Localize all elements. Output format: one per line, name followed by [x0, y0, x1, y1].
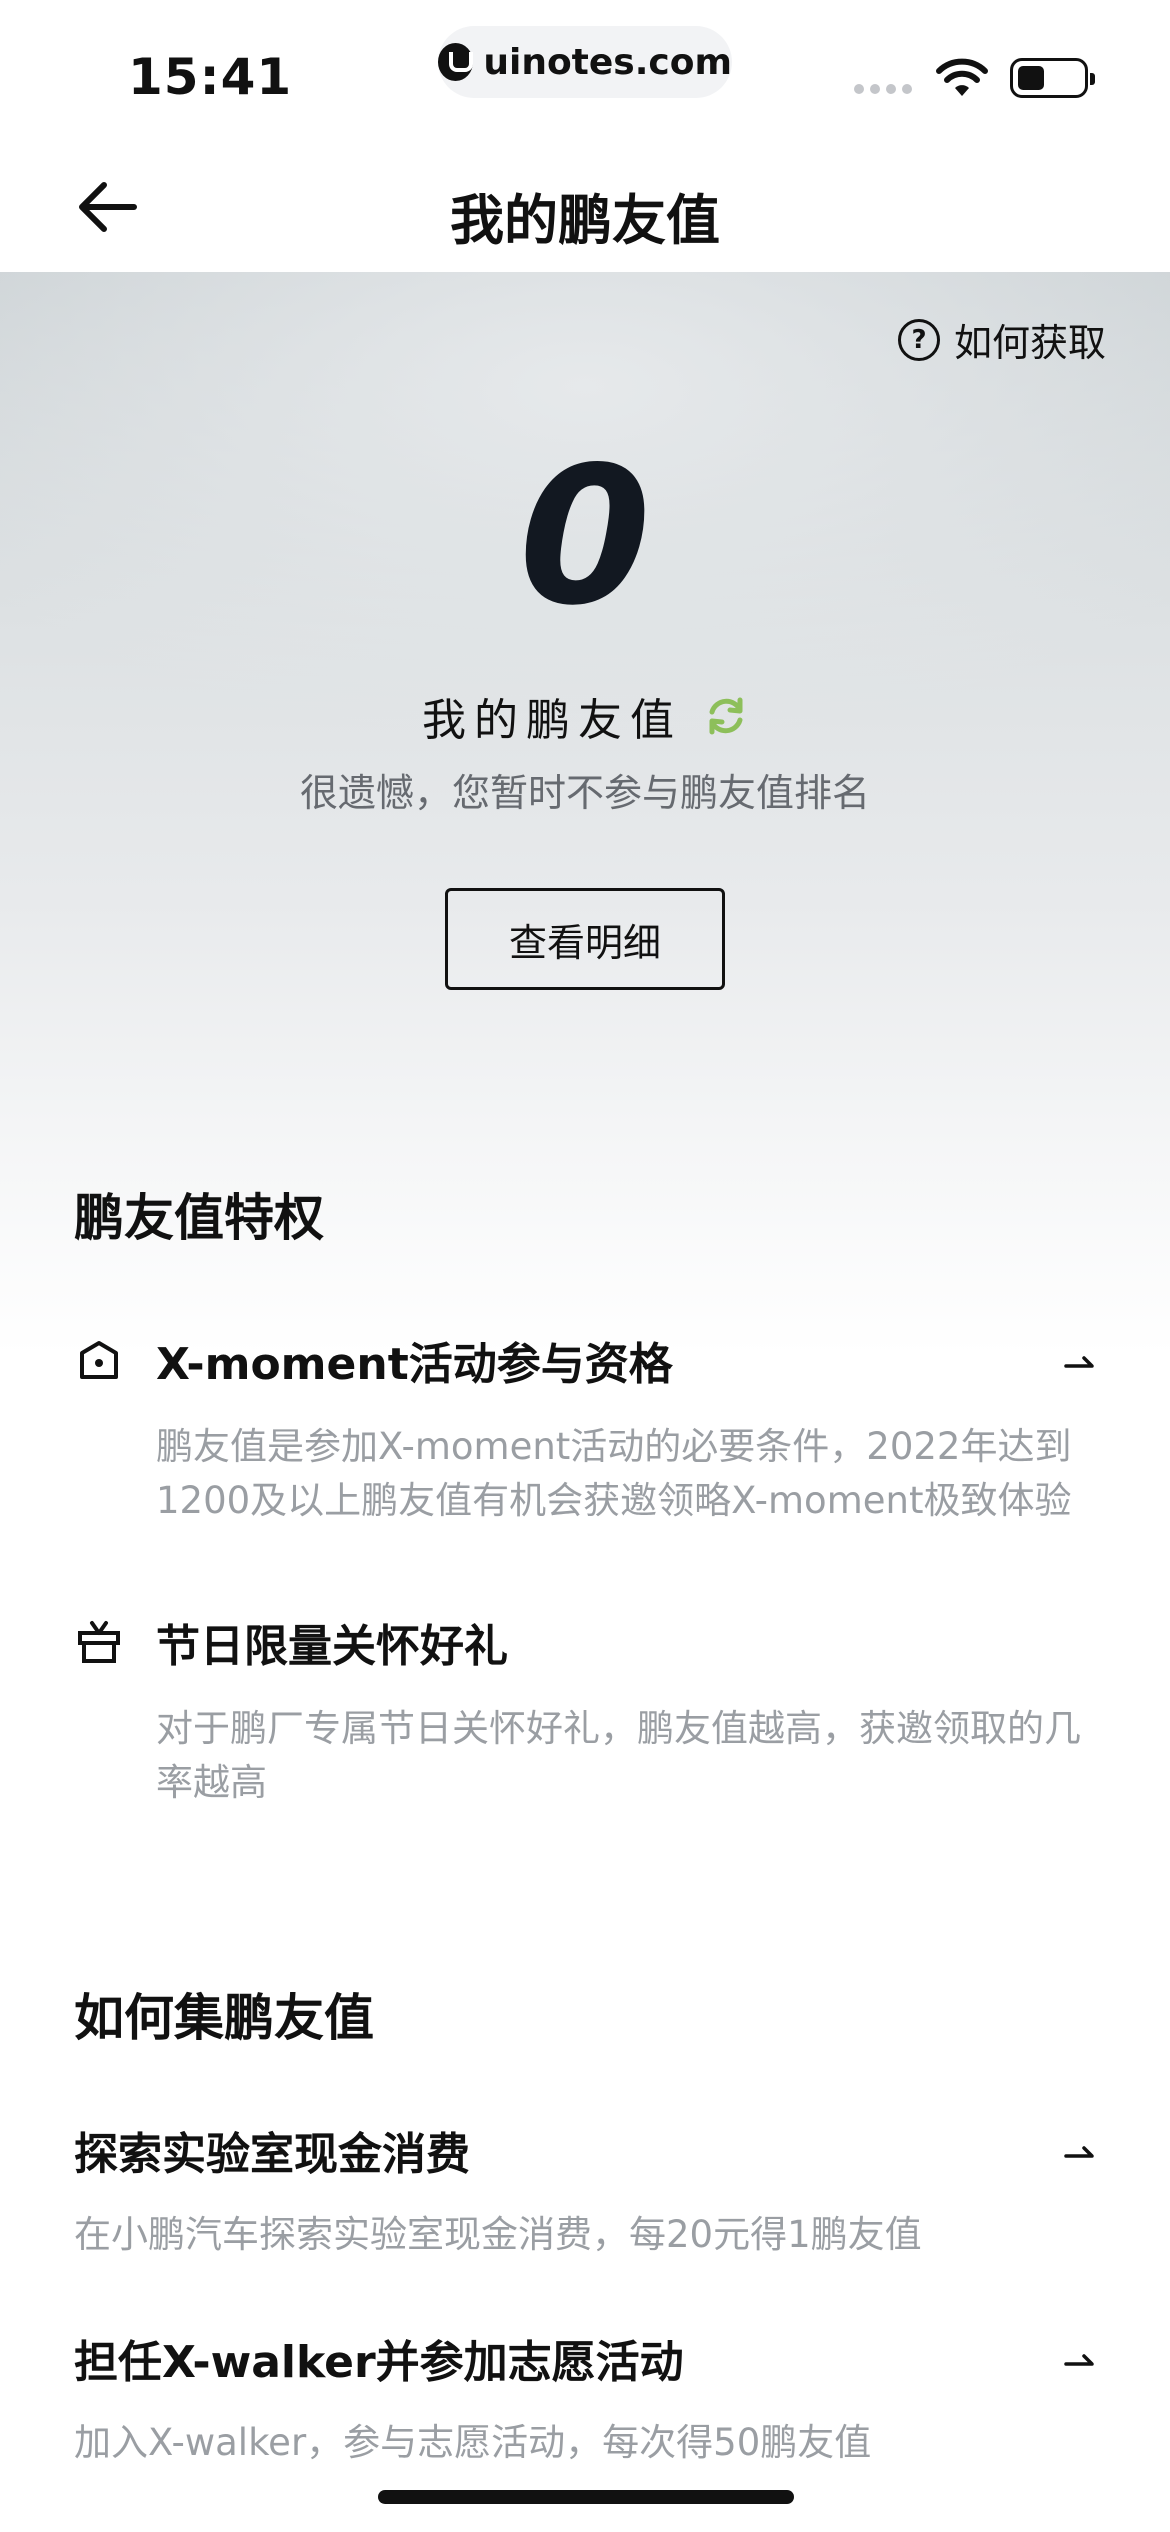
- crown-icon: [80, 1341, 118, 1379]
- privilege-desc: 对于鹏厂专属节日关怀好礼，鹏友值越高，获邀领取的几率越高: [156, 1707, 1081, 1804]
- site-logo-icon: [438, 43, 474, 81]
- way-item-xwalker[interactable]: 担任X-walker并参加志愿活动 加入X-walker，参与志愿活动，每次得5…: [74, 2326, 1098, 2466]
- signal-icon: [854, 84, 912, 94]
- privilege-item-gift[interactable]: 节日限量关怀好礼 对于鹏厂专属节日关怀好礼，鹏友值越高，获邀领取的几率越高: [74, 1610, 1098, 1810]
- url-text: uinotes.com: [483, 41, 732, 83]
- arrow-right-icon: [1064, 2146, 1094, 2158]
- privilege-title: 节日限量关怀好礼: [156, 1621, 508, 1672]
- status-bar: 15:41 uinotes.com: [0, 0, 1170, 130]
- rank-note: 很遗憾，您暂时不参与鹏友值排名: [299, 771, 870, 815]
- way-title: 探索实验室现金消费: [74, 2129, 470, 2180]
- how-to-get-link[interactable]: ? 如何获取: [897, 312, 1106, 367]
- home-indicator: [378, 2490, 794, 2504]
- score-label-row: 我的鹏友值: [0, 684, 1170, 748]
- view-detail-button[interactable]: 查看明细: [445, 888, 725, 990]
- status-time: 15:41: [128, 48, 293, 106]
- nav-bar: 我的鹏友值: [0, 130, 1170, 272]
- arrow-right-icon: [1064, 2354, 1094, 2366]
- arrow-right-icon: [1064, 1356, 1094, 1368]
- way-item-explore-lab[interactable]: 探索实验室现金消费 在小鹏汽车探索实验室现金消费，每20元得1鹏友值: [74, 2118, 1098, 2258]
- wifi-icon: [936, 58, 988, 96]
- url-pill[interactable]: uinotes.com: [438, 26, 732, 98]
- score-value: 0: [518, 426, 652, 647]
- way-desc: 加入X-walker，参与志愿活动，每次得50鹏友值: [74, 2421, 872, 2464]
- score-label: 我的鹏友值: [422, 695, 682, 746]
- gift-icon: [78, 1621, 120, 1663]
- help-icon: ?: [897, 318, 940, 361]
- way-desc: 在小鹏汽车探索实验室现金消费，每20元得1鹏友值: [74, 2213, 922, 2256]
- battery-icon: [1010, 58, 1095, 98]
- privilege-title: X-moment活动参与资格: [156, 1339, 673, 1390]
- privilege-item-xmoment[interactable]: X-moment活动参与资格 鹏友值是参加X-moment活动的必要条件，202…: [74, 1328, 1098, 1528]
- privilege-desc: 鹏友值是参加X-moment活动的必要条件，2022年达到1200及以上鹏友值有…: [156, 1425, 1072, 1522]
- privileges-title: 鹏友值特权: [74, 1189, 324, 1247]
- page: 15:41 uinotes.com 我的鹏友值 ? 如何获取 0 我的鹏友值 很…: [0, 0, 1170, 2532]
- page-title: 我的鹏友值: [450, 189, 720, 252]
- ways-title: 如何集鹏友值: [74, 1989, 374, 2047]
- refresh-icon[interactable]: [704, 694, 748, 738]
- way-title: 担任X-walker并参加志愿活动: [74, 2337, 684, 2388]
- how-to-get-label: 如何获取: [953, 321, 1106, 365]
